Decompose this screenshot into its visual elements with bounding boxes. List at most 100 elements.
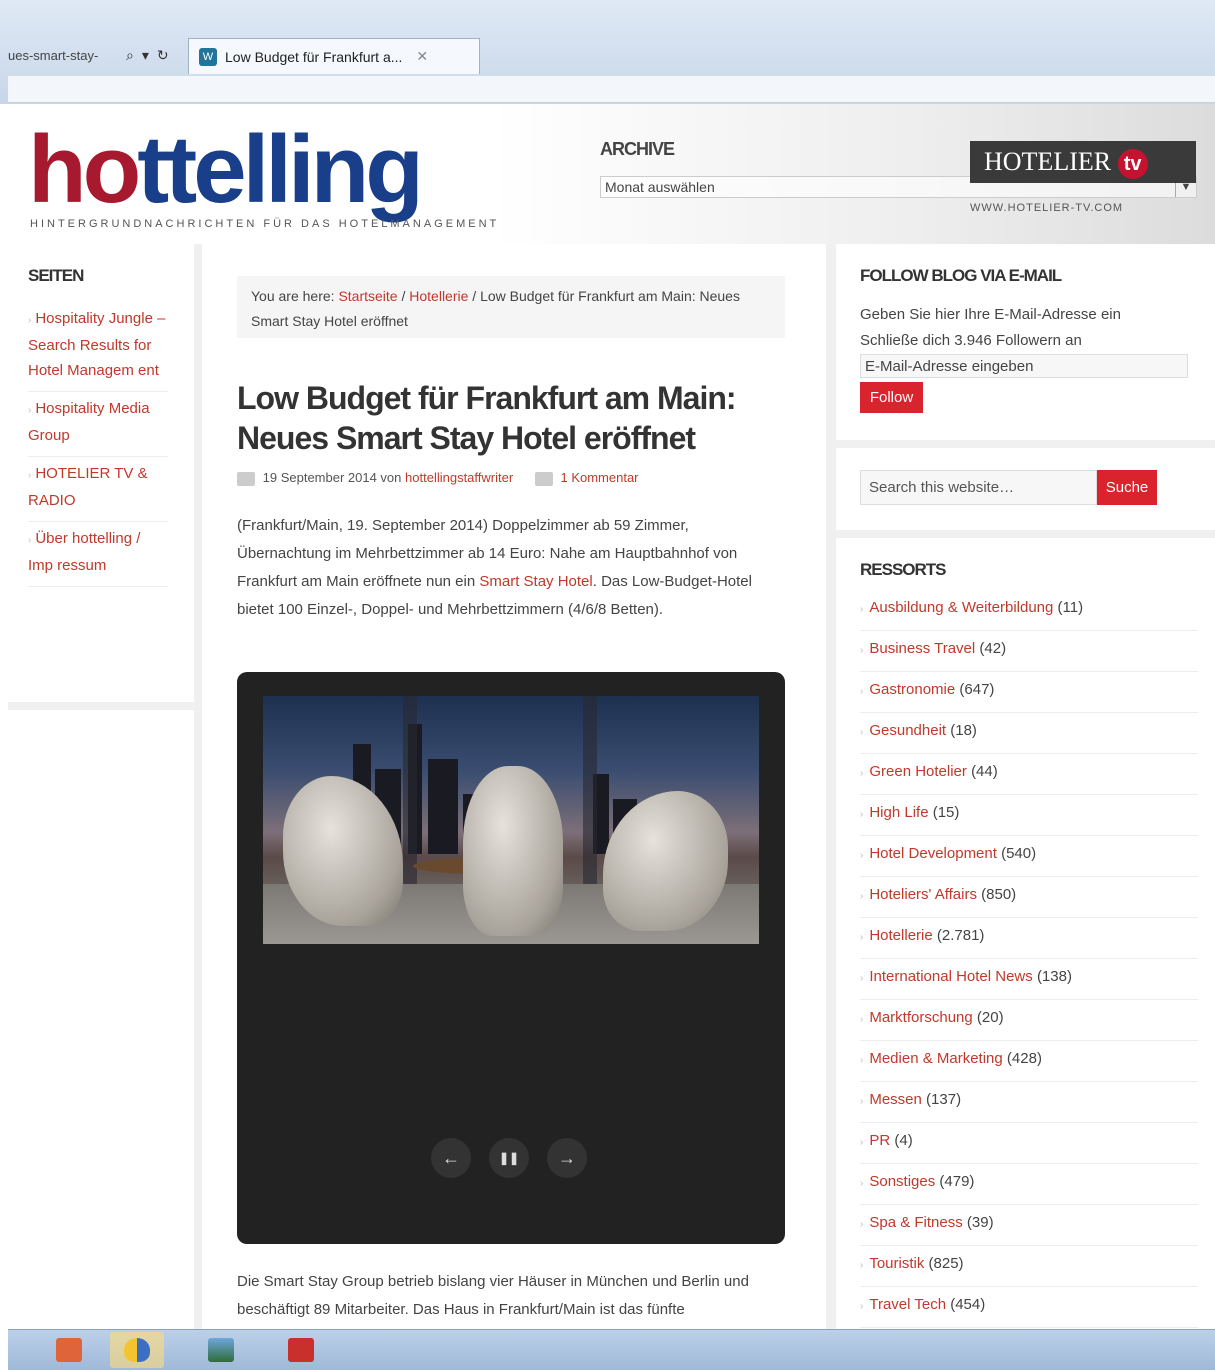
post-intro: (Frankfurt/Main, 19. September 2014) Dop… — [237, 512, 785, 624]
list-item: › Hoteliers' Affairs (850) — [860, 877, 1198, 918]
close-tab-icon[interactable]: ✕ — [416, 48, 428, 65]
category-link[interactable]: Business Travel — [869, 640, 975, 657]
category-link[interactable]: Gastronomie — [869, 681, 955, 698]
comments-link[interactable]: 1 Kommentar — [560, 470, 638, 485]
list-item: › Hospitality Jungle – Search Results for… — [28, 302, 168, 392]
banner-title[interactable]: HOTELIER — [984, 147, 1111, 176]
category-count: (42) — [979, 640, 1007, 657]
chevron-right-icon: › — [28, 405, 32, 416]
category-count: (4) — [894, 1132, 913, 1149]
chevron-right-icon: › — [860, 1096, 864, 1107]
chevron-right-icon: › — [860, 809, 864, 820]
breadcrumb-category-link[interactable]: Hotellerie — [409, 288, 468, 304]
category-link[interactable]: Gesundheit — [869, 722, 946, 739]
category-link[interactable]: Messen — [869, 1091, 922, 1108]
category-count: (540) — [1001, 845, 1037, 862]
breadcrumb-home-link[interactable]: Startseite — [338, 288, 397, 304]
tv-badge[interactable]: tv — [1117, 149, 1148, 179]
pages-heading: SEITEN — [28, 266, 84, 285]
logo-red-part[interactable]: ho — [28, 116, 141, 223]
chevron-right-icon: › — [860, 686, 864, 697]
archive-label: ARCHIVE — [600, 139, 675, 159]
chevron-right-icon: › — [860, 768, 864, 779]
list-item: › Marktforschung (20) — [860, 1000, 1198, 1041]
email-field[interactable] — [860, 354, 1188, 378]
list-item: › Medien & Marketing (428) — [860, 1041, 1198, 1082]
post-title: Low Budget für Frankfurt am Main: Neues … — [237, 380, 737, 456]
smart-stay-link[interactable]: Smart Stay Hotel — [479, 573, 592, 590]
page-link[interactable]: Hospitality Media Group — [28, 400, 150, 444]
tab-title[interactable]: Low Budget für Frankfurt a... — [225, 49, 402, 65]
address-url[interactable]: ues-smart-stay- — [8, 48, 118, 63]
search-button[interactable]: Suche — [1097, 470, 1157, 505]
list-item: › Gesundheit (18) — [860, 713, 1198, 754]
category-link[interactable]: Hoteliers' Affairs — [869, 886, 977, 903]
page-link[interactable]: Hospitality Jungle – Search Results for … — [28, 310, 165, 379]
list-item: › Spa & Fitness (39) — [860, 1205, 1198, 1246]
dropdown-icon[interactable]: ▾ — [142, 47, 149, 64]
chevron-right-icon: › — [860, 604, 864, 615]
office-app-icon[interactable] — [42, 1332, 96, 1368]
presentation-app-icon[interactable] — [274, 1332, 328, 1368]
follow-text: Geben Sie hier Ihre E-Mail-Adresse ein S… — [860, 306, 1121, 349]
category-count: (18) — [950, 722, 977, 739]
left-sidebar: SEITEN › Hospitality Jungle – Search Resu… — [8, 244, 202, 710]
wordpress-favicon-icon: W — [199, 47, 217, 66]
category-link[interactable]: Marktforschung — [869, 1009, 972, 1026]
chevron-right-icon: › — [860, 1014, 864, 1025]
slider-controls: ← ❚❚ → — [431, 1138, 587, 1178]
site-tagline: HINTERGRUNDNACHRICHTEN FÜR DAS HOTELMANA… — [30, 218, 500, 230]
category-link[interactable]: High Life — [869, 804, 928, 821]
list-item: › Ausbildung & Weiterbildung (11) — [860, 590, 1198, 631]
photo-viewer-icon[interactable] — [194, 1332, 248, 1368]
search-input[interactable] — [860, 470, 1097, 505]
security-shield-icon[interactable] — [110, 1332, 164, 1368]
logo-blue-part[interactable]: ttelling — [137, 116, 424, 223]
category-link[interactable]: Green Hotelier — [869, 763, 967, 780]
browser-tab[interactable]: W Low Budget für Frankfurt a... ✕ — [188, 38, 480, 74]
chevron-right-icon: › — [860, 932, 864, 943]
hotelier-tv-banner[interactable]: HOTELIER tv — [970, 141, 1196, 183]
page-link[interactable]: HOTELIER TV & RADIO — [28, 465, 148, 509]
list-item: › Touristik (825) — [860, 1246, 1198, 1287]
category-link[interactable]: International Hotel News — [869, 968, 1032, 985]
follow-button[interactable]: Follow — [860, 382, 923, 413]
list-item: › Über hottelling / Imp ressum — [28, 522, 168, 587]
browser-chrome: ues-smart-stay- ⌕ ▾ ↻ W Low Budget für F… — [0, 0, 1215, 104]
pages-list: › Hospitality Jungle – Search Results for… — [28, 302, 168, 587]
command-bar — [8, 76, 1215, 103]
category-link[interactable]: Ausbildung & Weiterbildung — [869, 599, 1053, 616]
category-link[interactable]: Hotel Development — [869, 845, 997, 862]
category-count: (20) — [976, 1009, 1004, 1026]
category-count: (825) — [928, 1255, 964, 1272]
address-bar[interactable]: ues-smart-stay- ⌕ ▾ ↻ — [0, 40, 186, 70]
archive-select-value[interactable]: Monat auswählen — [605, 179, 715, 195]
category-link[interactable]: Hotellerie — [869, 927, 932, 944]
category-link[interactable]: Medien & Marketing — [869, 1050, 1002, 1067]
category-link[interactable]: Travel Tech — [869, 1296, 946, 1313]
site-header: hottelling HINTERGRUNDNACHRICHTEN FÜR DA… — [8, 104, 1215, 244]
list-item: › Hotel Development (540) — [860, 836, 1198, 877]
category-link[interactable]: Sonstiges — [869, 1173, 935, 1190]
category-link[interactable]: Spa & Fitness — [869, 1214, 962, 1231]
banner-url[interactable]: WWW.HOTELIER-TV.COM — [970, 202, 1123, 214]
refresh-icon[interactable]: ↻ — [157, 47, 169, 64]
category-count: (15) — [932, 804, 960, 821]
slide-image[interactable] — [263, 696, 759, 944]
search-icon[interactable]: ⌕ — [126, 47, 134, 64]
category-link[interactable]: Touristik — [869, 1255, 924, 1272]
category-count: (850) — [981, 886, 1017, 903]
arrow-left-icon[interactable]: ← — [431, 1138, 471, 1178]
pause-icon[interactable]: ❚❚ — [489, 1138, 529, 1178]
author-link[interactable]: hottellingstaffwriter — [405, 470, 513, 485]
ressorts-heading: RESSORTS — [860, 560, 947, 579]
arrow-right-icon[interactable]: → — [547, 1138, 587, 1178]
category-link[interactable]: PR — [869, 1132, 890, 1149]
chevron-right-icon: › — [860, 850, 864, 861]
site-logo[interactable]: hottelling — [28, 122, 424, 218]
image-slider[interactable]: ← ❚❚ → — [237, 672, 785, 1244]
post-meta: 19 September 2014 von hottellingstaffwri… — [237, 470, 639, 486]
page-link[interactable]: Über hottelling / Imp ressum — [28, 530, 140, 574]
post-date: 19 September 2014 von — [262, 470, 402, 485]
chevron-right-icon: › — [860, 1301, 864, 1312]
